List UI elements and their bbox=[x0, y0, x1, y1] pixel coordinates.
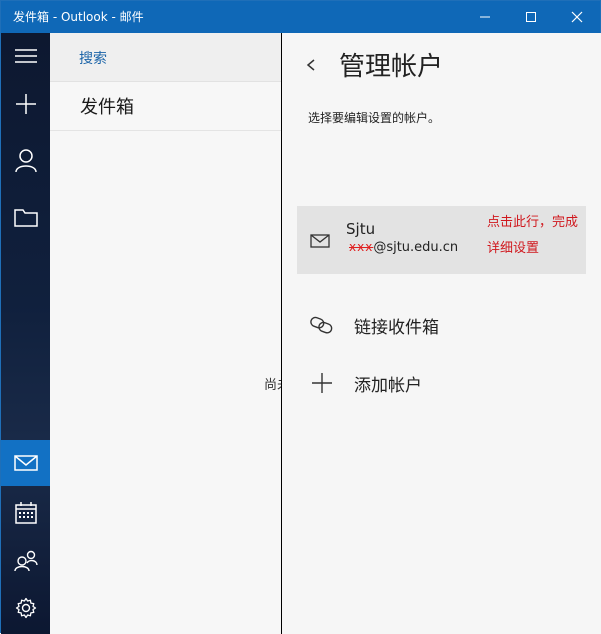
mail-icon bbox=[13, 455, 38, 471]
account-email: xxx@sjtu.edu.cn bbox=[349, 240, 458, 255]
add-account-button[interactable]: 添加帐户 bbox=[309, 365, 589, 401]
people-nav-button[interactable] bbox=[1, 538, 50, 584]
maximize-icon bbox=[526, 12, 536, 22]
close-button[interactable] bbox=[554, 1, 600, 33]
annotation-line-2: 详细设置 bbox=[487, 241, 540, 256]
annotation-line-1: 点击此行，完成 bbox=[487, 215, 579, 230]
search-box[interactable]: 搜索 bbox=[50, 33, 281, 82]
settings-button[interactable] bbox=[1, 585, 50, 631]
window-title: 发件箱 - Outlook - 邮件 bbox=[13, 10, 144, 24]
back-button[interactable] bbox=[304, 55, 318, 75]
maximize-button[interactable] bbox=[508, 1, 554, 33]
plus-icon bbox=[15, 94, 36, 114]
panel-subtitle: 选择要编辑设置的帐户。 bbox=[308, 111, 441, 125]
person-icon bbox=[14, 149, 37, 173]
link-icon bbox=[309, 315, 335, 335]
divider bbox=[50, 130, 281, 131]
folder-title: 发件箱 bbox=[80, 97, 134, 118]
navigation-rail bbox=[1, 33, 50, 634]
link-inboxes-button[interactable]: 链接收件箱 bbox=[309, 307, 589, 343]
folder-icon bbox=[13, 209, 38, 227]
calendar-nav-button[interactable] bbox=[1, 490, 50, 536]
folders-button[interactable] bbox=[1, 194, 50, 240]
empty-list-text: 尚未 bbox=[264, 378, 281, 393]
panel-title: 管理帐户 bbox=[339, 52, 444, 82]
plus-icon bbox=[309, 373, 335, 393]
account-mail-icon bbox=[310, 234, 330, 248]
account-name: Sjtu bbox=[346, 220, 376, 238]
chevron-left-icon bbox=[306, 59, 315, 71]
menu-button[interactable] bbox=[1, 33, 50, 79]
new-mail-button[interactable] bbox=[1, 81, 50, 127]
app-window: 发件箱 - Outlook - 邮件 搜索 发件箱 尚 管理帐户 选择要编辑设置… bbox=[0, 0, 601, 634]
add-account-label: 添加帐户 bbox=[354, 375, 422, 396]
mail-nav-button[interactable] bbox=[1, 440, 50, 486]
title-bar: 发件箱 - Outlook - 邮件 bbox=[1, 1, 600, 33]
close-icon bbox=[571, 11, 583, 23]
hamburger-icon bbox=[14, 49, 37, 63]
manage-accounts-panel: 管理帐户 选择要编辑设置的帐户。 Sjtu xxx@sjtu.edu.cn 点击… bbox=[282, 33, 601, 634]
gear-icon bbox=[15, 597, 36, 619]
email-redaction: xxx bbox=[349, 240, 374, 254]
calendar-icon bbox=[14, 502, 37, 524]
accounts-button[interactable] bbox=[1, 138, 50, 184]
email-domain: @sjtu.edu.cn bbox=[373, 240, 459, 255]
people-icon bbox=[13, 550, 38, 572]
annotation-note: 点击此行，完成 详细设置 bbox=[487, 210, 599, 262]
minimize-button[interactable] bbox=[462, 1, 508, 33]
message-list-pane: 搜索 发件箱 尚未 bbox=[50, 33, 282, 634]
link-inboxes-label: 链接收件箱 bbox=[354, 317, 439, 338]
minimize-icon bbox=[480, 16, 490, 18]
search-label: 搜索 bbox=[79, 51, 107, 67]
